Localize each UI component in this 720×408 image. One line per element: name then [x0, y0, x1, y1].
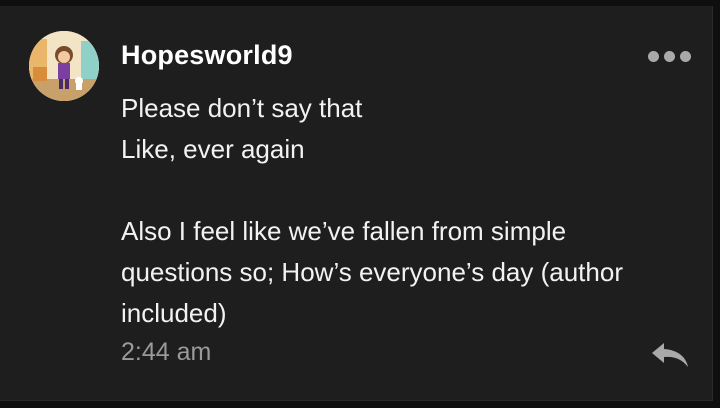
- screen: Hopesworld9 Please don’t say that Like, …: [0, 0, 720, 408]
- comment-line: questions so; How’s everyone’s day (auth…: [121, 257, 623, 287]
- more-options-icon[interactable]: [648, 48, 694, 64]
- comment-body: Please don’t say that Like, ever again ​…: [121, 88, 681, 334]
- comment-line: Like, ever again: [121, 134, 305, 164]
- comment-line: ​: [121, 170, 681, 211]
- avatar-image: [29, 31, 99, 101]
- author-name[interactable]: Hopesworld9: [121, 40, 293, 71]
- dot-icon: [664, 50, 675, 62]
- comment-line: Please don’t say that: [121, 93, 363, 123]
- dot-icon: [680, 50, 691, 62]
- dot-icon: [648, 50, 659, 62]
- comment-card: Hopesworld9 Please don’t say that Like, …: [0, 6, 713, 401]
- reply-arrow-icon[interactable]: [648, 339, 692, 371]
- comment-line: Also I feel like we’ve fallen from simpl…: [121, 216, 567, 246]
- reply-arrow-shape: [652, 343, 688, 367]
- comment-line: included): [121, 298, 227, 328]
- timestamp: 2:44 am: [121, 338, 212, 366]
- avatar[interactable]: [29, 31, 99, 101]
